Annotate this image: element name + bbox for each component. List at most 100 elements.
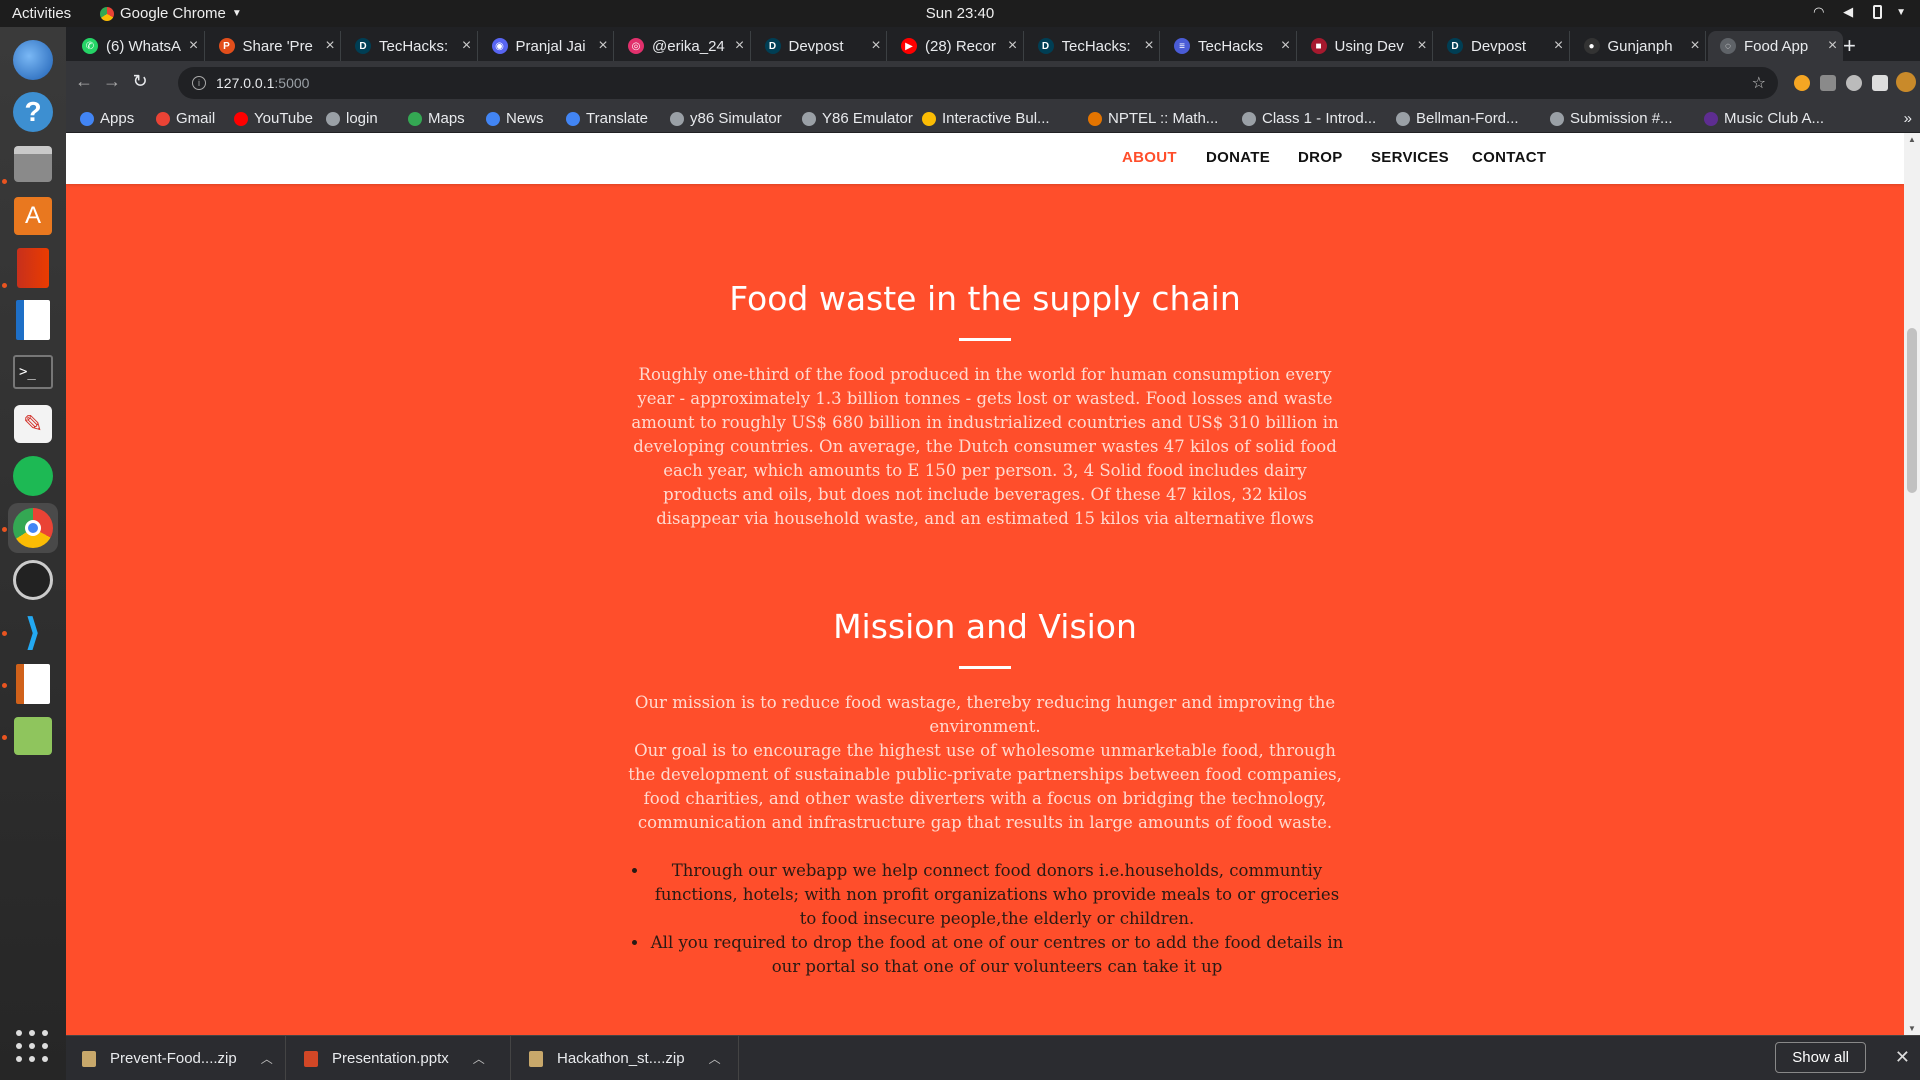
system-tray[interactable]: ◠ ◀ ▼ [1813,4,1906,20]
dock-image-viewer[interactable] [8,711,58,761]
close-tab-icon[interactable]: × [320,37,340,55]
close-tab-icon[interactable]: × [1276,37,1296,55]
bookmark-star-icon[interactable]: ☆ [1752,73,1766,93]
close-tab-icon[interactable]: × [1412,37,1432,55]
download-item[interactable]: Hackathon_st....zip ︿ [513,1036,739,1080]
close-tab-icon[interactable]: × [1003,37,1023,55]
favicon-icon: ■ [1310,38,1327,54]
tab[interactable]: D Devpost × [1435,31,1570,61]
forward-icon[interactable]: → [100,71,124,92]
dock-terminal[interactable]: >_ [8,347,58,397]
back-icon[interactable]: ← [72,71,96,92]
dock-clock[interactable] [8,555,58,605]
chevron-up-icon[interactable]: ︿ [261,1050,273,1067]
dock-writer[interactable] [8,295,58,345]
profile-avatar[interactable] [1896,72,1916,92]
tab[interactable]: D Devpost × [753,31,887,61]
show-applications-button[interactable] [16,1030,50,1064]
favicon-icon: P [218,38,235,54]
tab[interactable]: ✆ (6) WhatsA × [70,31,205,61]
heading-divider [959,338,1011,341]
favicon-icon: ◉ [491,38,508,54]
bookmark-item[interactable]: Y86 Emulator [802,110,913,127]
tab[interactable]: P Share 'Pre × [207,31,341,61]
tab[interactable]: ≡ TecHacks × [1162,31,1297,61]
bookmark-item[interactable]: Maps [408,110,465,127]
dock-thunderbird[interactable] [8,35,58,85]
tab-title: @erika_24 [652,37,725,55]
bookmark-item[interactable]: Submission #... [1550,110,1673,127]
page-scrollbar[interactable]: ▲ ▼ [1904,133,1920,1035]
extensions-puzzle-icon[interactable] [1872,75,1888,91]
bookmark-item[interactable]: Music Club A... [1704,110,1824,127]
close-tab-icon[interactable]: × [866,37,886,55]
close-tab-icon[interactable]: × [1549,37,1569,55]
bookmark-item[interactable]: YouTube [234,110,313,127]
nav-link-about[interactable]: ABOUT [1122,149,1177,166]
dock-spotify[interactable] [8,451,58,501]
extension-gear-icon[interactable] [1846,75,1862,91]
tab-active[interactable]: ◌ Food App × [1708,31,1843,61]
tab[interactable]: ◎ @erika_24 × [616,31,751,61]
bookmark-item[interactable]: Gmail [156,110,215,127]
dock-chrome[interactable] [8,503,58,553]
download-shelf: Prevent-Food....zip ︿ Presentation.pptx ︿ Ha… [66,1035,1920,1080]
close-tab-icon[interactable]: × [730,37,750,55]
dock-editor[interactable]: ✎ [8,399,58,449]
dock-software[interactable]: A [8,191,58,241]
bookmark-label: Bellman-Ford... [1416,110,1519,127]
address-bar[interactable]: i 127.0.0.1:5000 ☆ [178,67,1778,99]
activities-button[interactable]: Activities [12,5,71,22]
nav-link-donate[interactable]: DONATE [1206,149,1270,166]
tab[interactable]: ■ Using Dev × [1299,31,1433,61]
download-item[interactable]: Presentation.pptx ︿ [288,1036,511,1080]
tab[interactable]: ◉ Pranjal Jai × [480,31,614,61]
app-menu[interactable]: Google Chrome ▼ [100,5,242,22]
bookmark-item[interactable]: Translate [566,110,648,127]
chevron-up-icon[interactable]: ︿ [709,1050,721,1067]
scrollbar-thumb[interactable] [1907,328,1917,493]
tab[interactable]: D TecHacks: × [343,31,478,61]
clock[interactable]: Sun 23:40 [926,5,994,22]
dock-impress[interactable] [8,659,58,709]
extension-icon[interactable] [1820,75,1836,91]
bookmark-item[interactable]: Bellman-Ford... [1396,110,1519,127]
bookmark-item[interactable]: Apps [80,110,134,127]
bookmark-item[interactable]: y86 Simulator [670,110,782,127]
bookmarks-overflow-icon[interactable]: » [1904,110,1912,127]
nav-link-contact[interactable]: CONTACT [1472,149,1546,166]
scroll-down-icon[interactable]: ▼ [1908,1024,1916,1033]
new-tab-button[interactable]: + [1843,33,1856,59]
tab-title: (28) Recor [925,37,996,55]
mission-section: Mission and Vision Our mission is to red… [66,607,1904,979]
tab[interactable]: ▶ (28) Recor × [889,31,1024,61]
nav-link-drop[interactable]: DROP [1298,149,1343,166]
extension-icon[interactable] [1794,75,1810,91]
bookmark-item[interactable]: login [326,110,378,127]
bookmark-item[interactable]: Interactive Bul... [922,110,1050,127]
dock-office[interactable] [8,243,58,293]
bookmark-item[interactable]: NPTEL :: Math... [1088,110,1218,127]
nav-link-services[interactable]: SERVICES [1371,149,1449,166]
bookmark-item[interactable]: Class 1 - Introd... [1242,110,1376,127]
tab[interactable]: D TecHacks: × [1026,31,1160,61]
chevron-up-icon[interactable]: ︿ [473,1050,485,1067]
close-tab-icon[interactable]: × [1685,37,1705,55]
close-tab-icon[interactable]: × [1139,37,1159,55]
favicon-icon: D [1447,38,1463,54]
download-item[interactable]: Prevent-Food....zip ︿ [66,1036,286,1080]
site-info-icon[interactable]: i [192,76,206,90]
show-all-downloads-button[interactable]: Show all [1775,1042,1866,1073]
dock-files[interactable] [8,139,58,189]
reload-icon[interactable]: ↻ [128,71,152,92]
tab[interactable]: ● Gunjanph × [1572,31,1706,61]
bookmark-item[interactable]: News [486,110,544,127]
close-tab-icon[interactable]: × [1823,37,1843,55]
dock-vscode[interactable]: ⟩ [8,607,58,657]
close-tab-icon[interactable]: × [593,37,613,55]
close-tab-icon[interactable]: × [457,37,477,55]
close-tab-icon[interactable]: × [184,37,204,55]
dock-help[interactable]: ? [8,87,58,137]
close-icon[interactable]: ✕ [1895,1047,1910,1068]
scroll-up-icon[interactable]: ▲ [1908,135,1916,144]
